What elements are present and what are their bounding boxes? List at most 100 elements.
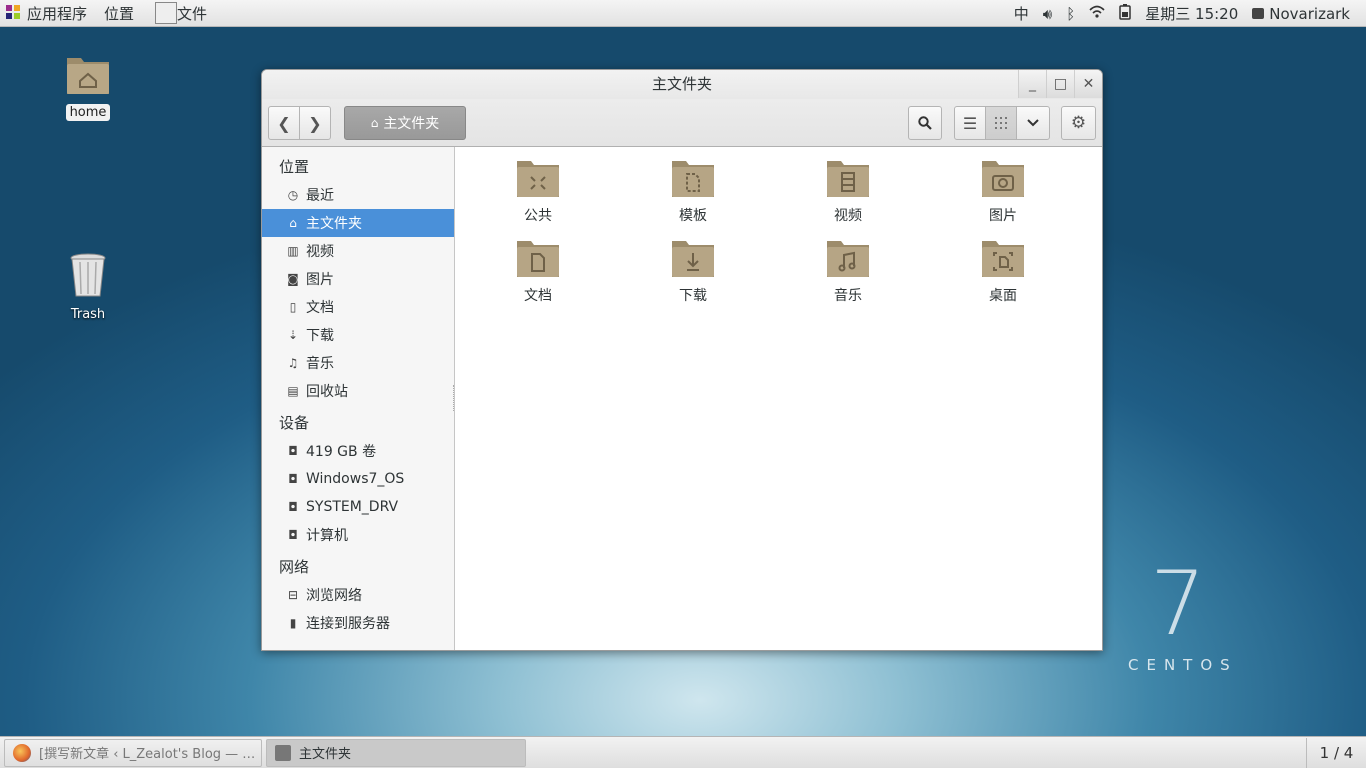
download-icon xyxy=(672,241,714,277)
sidebar-item-recent[interactable]: ◷ 最近 xyxy=(262,181,454,209)
toolbar: ❮ ❯ ⌂ 主文件夹 ☰ ⚙ xyxy=(262,99,1102,147)
sidebar-item-volume-419gb[interactable]: ◘ 419 GB 卷 xyxy=(262,437,454,465)
folder-documents[interactable]: 文档 xyxy=(493,237,583,305)
sidebar: 位置 ◷ 最近 ⌂ 主文件夹 ▥ 视频 ◙ 图片 ▯ 文档 ⇣ 下载 ♫ 音乐 ▤ 回收站 设备… xyxy=(262,147,457,650)
window-titlebar[interactable]: 主文件夹 _ □ ✕ xyxy=(262,70,1102,99)
folder-videos[interactable]: 视频 xyxy=(803,157,893,225)
camera-icon: ◙ xyxy=(287,272,299,286)
list-icon: ☰ xyxy=(962,113,978,133)
sidebar-item-home[interactable]: ⌂ 主文件夹 xyxy=(262,209,454,237)
taskbar-item-firefox[interactable]: [撰写新文章 ‹ L_Zealot's Blog — … xyxy=(4,738,262,767)
sidebar-item-label: Windows7_OS xyxy=(306,471,405,487)
sidebar-item-trash[interactable]: ▤ 回收站 xyxy=(262,377,454,405)
folder-public[interactable]: 公共 xyxy=(493,157,583,225)
drive-icon: ◘ xyxy=(288,472,298,486)
sidebar-item-label: 主文件夹 xyxy=(306,216,362,232)
search-icon xyxy=(918,116,932,130)
search-button[interactable] xyxy=(908,106,942,140)
centos-watermark-word: CENTOS xyxy=(1128,656,1238,674)
settings-button[interactable]: ⚙ xyxy=(1061,106,1096,140)
sidebar-item-label: 419 GB 卷 xyxy=(306,444,377,460)
folder-downloads[interactable]: 下载 xyxy=(648,237,738,305)
sidebar-item-label: 浏览网络 xyxy=(306,588,362,604)
sidebar-item-label: 连接到服务器 xyxy=(306,616,390,632)
folder-label: 视频 xyxy=(834,208,862,224)
gear-icon: ⚙ xyxy=(1070,113,1087,133)
grid-view-button[interactable] xyxy=(985,106,1017,140)
folder-templates[interactable]: 模板 xyxy=(648,157,738,225)
server-icon: ▮ xyxy=(289,616,297,630)
sidebar-item-browse-network[interactable]: ⊟ 浏览网络 xyxy=(262,581,454,609)
battery-icon[interactable] xyxy=(1119,3,1132,24)
top-panel: 应用程序 位置 文件 中 🔊︎ ᛒ 星期三 15:20 Novarizark xyxy=(0,0,1366,27)
user-menu[interactable]: Novarizark xyxy=(1252,5,1350,23)
file-view: 公共 模板 视频 图片 文档 下载 音乐 桌面 xyxy=(455,147,1102,650)
desktop-trash-item[interactable]: Trash xyxy=(58,252,118,323)
bottom-taskbar: [撰写新文章 ‹ L_Zealot's Blog — … 主文件夹 1 / 4 xyxy=(0,736,1366,768)
back-button[interactable]: ❮ xyxy=(268,106,300,140)
sidebar-item-videos[interactable]: ▥ 视频 xyxy=(262,237,454,265)
music-icon: ♫ xyxy=(287,356,299,370)
folder-desktop[interactable]: 桌面 xyxy=(958,237,1048,305)
files-app-menu[interactable]: 文件 xyxy=(155,2,207,24)
workspace-pager[interactable]: 1 / 4 xyxy=(1306,738,1366,768)
folder-music[interactable]: 音乐 xyxy=(803,237,893,305)
close-icon: ✕ xyxy=(1082,75,1095,92)
sidebar-item-windows7-os[interactable]: ◘ Windows7_OS xyxy=(262,465,454,493)
sidebar-item-pictures[interactable]: ◙ 图片 xyxy=(262,265,454,293)
sidebar-item-system-drv[interactable]: ◘ SYSTEM_DRV xyxy=(262,493,454,521)
chevron-right-icon: ❯ xyxy=(308,113,322,133)
folder-label: 下载 xyxy=(679,288,707,304)
sidebar-item-downloads[interactable]: ⇣ 下载 xyxy=(262,321,454,349)
file-manager-icon xyxy=(275,744,291,761)
window-title: 主文件夹 xyxy=(651,75,712,93)
places-menu[interactable]: 位置 xyxy=(104,3,134,24)
maximize-button[interactable]: □ xyxy=(1046,70,1074,98)
minimize-button[interactable]: _ xyxy=(1018,70,1046,98)
document-icon xyxy=(517,241,559,277)
drive-icon: ◘ xyxy=(288,444,298,458)
desktop-trash-label: Trash xyxy=(70,307,106,322)
view-options-dropdown[interactable] xyxy=(1016,106,1050,140)
trash-can-icon xyxy=(70,253,106,297)
bluetooth-icon[interactable]: ᛒ xyxy=(1066,5,1075,23)
taskbar-item-label: [撰写新文章 ‹ L_Zealot's Blog — … xyxy=(39,747,256,762)
desktop-home-item[interactable]: home xyxy=(58,52,118,121)
sidebar-item-music[interactable]: ♫ 音乐 xyxy=(262,349,454,377)
folder-label: 桌面 xyxy=(989,288,1017,304)
file-manager-window: 主文件夹 _ □ ✕ ❮ ❯ ⌂ 主文件夹 ☰ ⚙ 位置 ◷ 最近 ⌂ 主文件夹 ▥ xyxy=(261,69,1103,651)
film-icon xyxy=(827,161,869,197)
forward-button[interactable]: ❯ xyxy=(299,106,331,140)
folder-label: 模板 xyxy=(679,208,707,224)
music-icon xyxy=(827,241,869,277)
breadcrumb-home[interactable]: ⌂ 主文件夹 xyxy=(344,106,466,140)
close-button[interactable]: ✕ xyxy=(1074,70,1102,98)
applications-menu-label: 应用程序 xyxy=(27,4,88,23)
folder-label: 公共 xyxy=(524,208,552,224)
folder-pictures[interactable]: 图片 xyxy=(958,157,1048,225)
clock[interactable]: 星期三 15:20 xyxy=(1145,3,1238,24)
desktop-home-label: home xyxy=(65,104,111,121)
sidebar-item-label: 计算机 xyxy=(306,528,348,544)
sidebar-item-computer[interactable]: ◘ 计算机 xyxy=(262,521,454,549)
drive-icon: ◘ xyxy=(288,500,298,514)
grid-icon xyxy=(995,117,1007,129)
sidebar-item-connect-server[interactable]: ▮ 连接到服务器 xyxy=(262,609,454,637)
volume-icon[interactable]: 🔊︎ xyxy=(1043,5,1052,23)
files-app-menu-label: 文件 xyxy=(177,4,208,23)
list-view-button[interactable]: ☰ xyxy=(954,106,986,140)
firefox-icon xyxy=(13,743,31,762)
applications-menu[interactable]: 应用程序 xyxy=(6,3,104,24)
folder-label: 音乐 xyxy=(834,288,862,304)
sidebar-heading-places: 位置 xyxy=(279,158,310,176)
wifi-icon[interactable] xyxy=(1089,5,1105,23)
input-method-indicator[interactable]: 中 xyxy=(1014,3,1029,24)
chevron-left-icon: ❮ xyxy=(277,113,291,133)
sidebar-item-label: 图片 xyxy=(306,272,334,288)
sidebar-heading-devices: 设备 xyxy=(279,414,310,432)
desktop-icon xyxy=(982,241,1024,277)
chevron-down-icon xyxy=(1027,119,1039,127)
sidebar-item-documents[interactable]: ▯ 文档 xyxy=(262,293,454,321)
taskbar-item-label: 主文件夹 xyxy=(299,747,352,762)
taskbar-item-files[interactable]: 主文件夹 xyxy=(266,738,526,767)
